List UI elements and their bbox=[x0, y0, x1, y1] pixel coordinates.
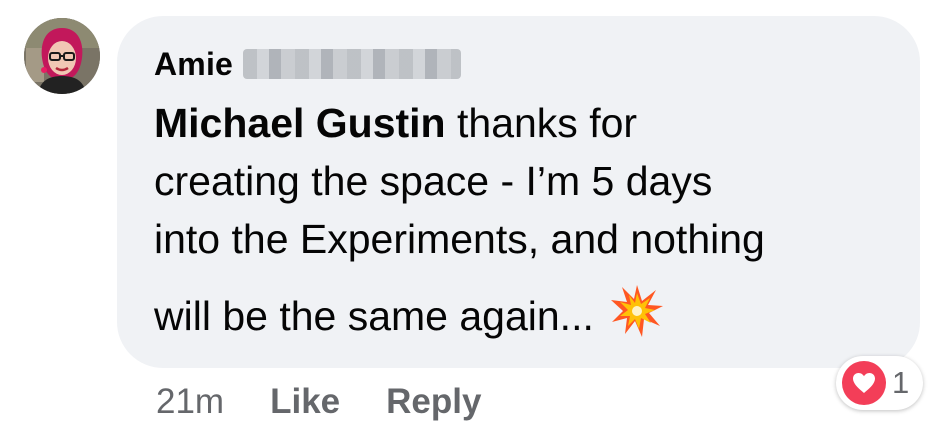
love-heart-icon bbox=[842, 361, 886, 405]
comment-text-segment: thanks for bbox=[445, 100, 638, 146]
mention-link[interactable]: Michael Gustin bbox=[154, 100, 446, 146]
redacted-surname bbox=[243, 49, 462, 79]
comment-line: will be the same again... bbox=[154, 284, 894, 353]
comment-line: into the Experiments, and nothing bbox=[154, 216, 765, 262]
comment-line: creating the space - I’m 5 days bbox=[154, 158, 713, 204]
comment-line: Michael Gustin thanks for bbox=[154, 94, 894, 152]
reaction-summary[interactable]: 1 bbox=[836, 356, 924, 410]
comment-body: Michael Gustin thanks for creating the s… bbox=[154, 94, 894, 353]
collision-icon bbox=[610, 284, 664, 353]
avatar[interactable] bbox=[24, 18, 100, 94]
comment-actions: 21m Like Reply bbox=[156, 378, 481, 426]
comment-author: Amie bbox=[154, 42, 462, 86]
comment-timestamp[interactable]: 21m bbox=[156, 382, 224, 422]
reply-button[interactable]: Reply bbox=[386, 382, 481, 422]
author-name[interactable]: Amie bbox=[154, 46, 233, 83]
comment-text-segment: will be the same again... bbox=[154, 293, 594, 339]
reaction-count: 1 bbox=[892, 365, 910, 400]
like-button[interactable]: Like bbox=[270, 382, 340, 422]
